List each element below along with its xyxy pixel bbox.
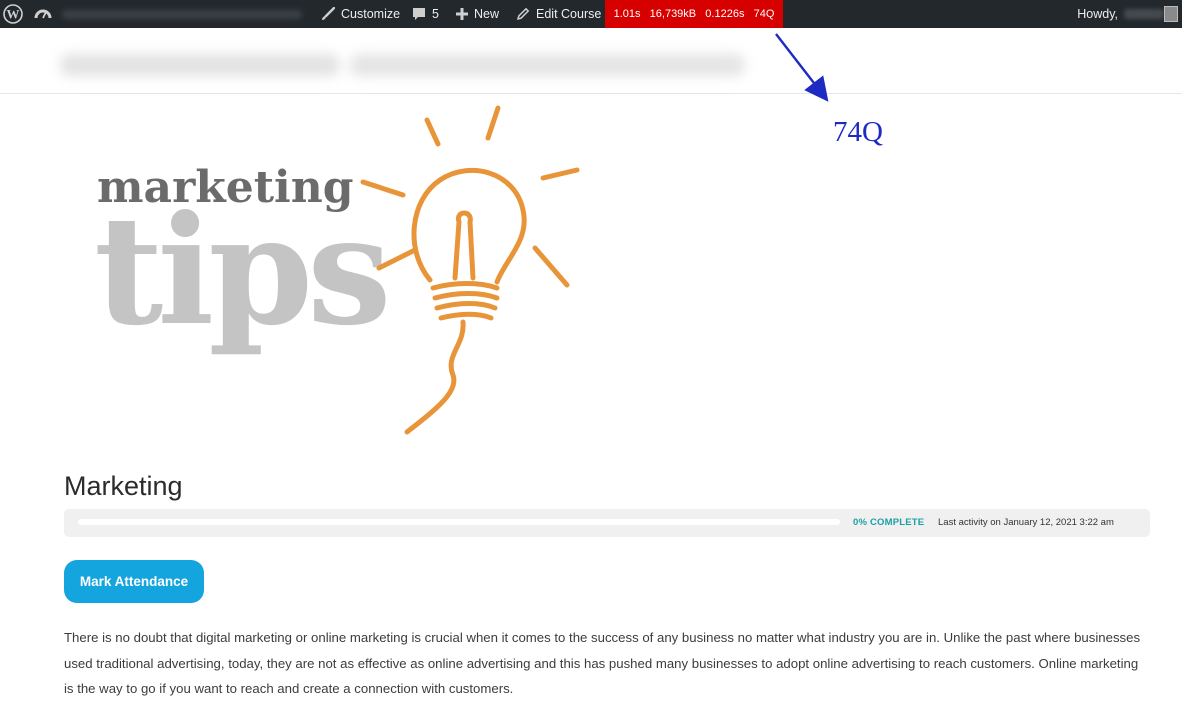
username-redacted[interactable] <box>1124 9 1164 19</box>
qm-page-time: 1.01s <box>613 8 641 20</box>
wordpress-logo-menu[interactable]: W <box>3 0 23 28</box>
header-tagline-redacted <box>350 54 745 76</box>
comment-icon <box>413 8 425 20</box>
edit-course-button[interactable]: Edit Course <box>516 0 601 28</box>
hero-tips-text: tips <box>94 183 392 359</box>
wordpress-icon: W <box>3 4 23 24</box>
new-label: New <box>474 7 500 21</box>
howdy-label: Howdy, <box>1077 7 1118 21</box>
header-title-redacted <box>60 54 340 76</box>
course-title: Marketing <box>64 471 183 501</box>
hero-marketing-text: marketing <box>97 162 354 213</box>
progress-track <box>78 519 840 525</box>
new-content-button[interactable]: New <box>456 0 499 28</box>
last-activity: Last activity on January 12, 2021 3:22 a… <box>938 517 1114 528</box>
dashboard-menu[interactable] <box>34 0 52 28</box>
dashboard-icon <box>34 9 52 19</box>
pencil-icon <box>516 7 530 21</box>
plus-icon <box>456 8 468 20</box>
avatar[interactable] <box>1164 6 1178 22</box>
mark-attendance-button[interactable]: Mark Attendance <box>64 560 204 603</box>
brush-icon <box>322 7 335 20</box>
customize-button[interactable]: Customize <box>321 0 400 28</box>
course-progress-bar: 0% COMPLETE Last activity on January 12,… <box>64 509 1150 537</box>
lightbulb-icon <box>360 105 580 435</box>
qm-memory: 16,739kB <box>649 8 697 20</box>
qm-db-time: 0.1226s <box>705 8 745 20</box>
site-header <box>0 28 1182 94</box>
site-name-redacted[interactable] <box>62 10 302 19</box>
comments-count: 5 <box>432 7 439 21</box>
my-account-menu[interactable]: Howdy, <box>1077 0 1118 28</box>
comments-button[interactable]: 5 <box>412 0 439 28</box>
annotation-arrow <box>775 33 829 102</box>
customize-label: Customize <box>341 7 401 21</box>
annotation-label: 74Q <box>833 116 883 148</box>
svg-text:W: W <box>7 7 20 22</box>
course-featured-image: tips marketing <box>80 100 600 440</box>
progress-status: 0% COMPLETE <box>853 517 925 528</box>
course-description: There is no doubt that digital marketing… <box>64 630 1141 696</box>
edit-course-label: Edit Course <box>536 7 602 21</box>
query-monitor-stats[interactable]: 1.01s 16,739kB 0.1226s 74Q <box>605 0 783 28</box>
qm-query-count: 74Q <box>753 8 775 20</box>
admin-bar: W Customize 5 New Edit Course 1.01s 16,7… <box>0 0 1182 28</box>
